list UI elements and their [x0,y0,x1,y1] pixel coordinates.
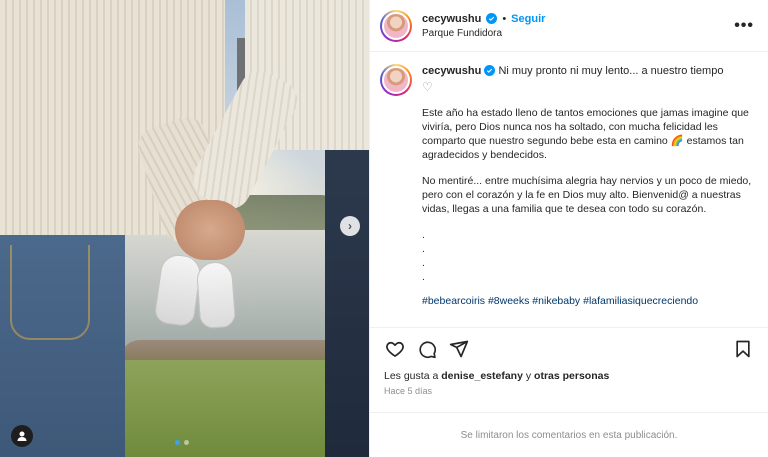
likes-summary: Les gusta a denise_estefany y otras pers… [384,370,754,382]
verified-badge-icon [484,65,496,76]
holding-hands [175,200,245,260]
jeans-pocket [10,245,90,340]
comment-icon[interactable] [416,338,438,360]
username[interactable]: cecywushu [422,13,481,25]
caption-dot: . [422,229,425,241]
bookmark-icon[interactable] [732,338,754,360]
right-person-jeans [325,120,369,457]
post-timestamp[interactable]: Hace 5 días [384,386,754,396]
likes-others-link[interactable]: otras personas [534,370,609,382]
caption-dot: . [422,271,425,283]
carousel-dot [184,440,189,445]
verified-badge-icon [486,13,498,24]
caption-title: Ni muy pronto ni muy lento... a nuestro … [498,65,724,77]
carousel-dot-active [175,440,180,445]
carousel-dots [175,440,189,445]
chevron-right-icon[interactable]: › [340,216,360,236]
likes-prefix: Les gusta a [384,370,439,382]
caption-area: cecywushu Ni muy pronto ni muy lento... … [370,52,768,327]
post-header: cecywushu • Seguir Parque Fundidora ••• [370,0,768,52]
user-tag-icon[interactable] [11,425,33,447]
likes-mid: y [525,370,532,382]
avatar[interactable] [380,9,412,42]
post-photo[interactable]: › [0,0,369,457]
avatar[interactable] [380,64,412,96]
heart-icon[interactable] [384,338,406,360]
caption-dot: . [422,257,425,269]
caption-username[interactable]: cecywushu [422,65,481,77]
baby-shoe [195,260,237,330]
share-icon[interactable] [448,338,470,360]
separator-dot: • [502,12,507,25]
post-actions: Les gusta a denise_estefany y otras pers… [370,327,768,402]
caption-paragraph: No mentiré... entre muchísima alegria ha… [422,175,752,215]
heart-outline-icon: ♡ [422,80,433,94]
hashtags[interactable]: #bebearcoiris #8weeks #nikebaby #lafamil… [422,294,754,308]
more-options-icon[interactable]: ••• [734,17,754,35]
location-link[interactable]: Parque Fundidora [422,28,734,39]
likes-user-link[interactable]: denise_estefany [441,370,523,382]
caption-paragraph: Este año ha estado lleno de tantos emoci… [422,107,749,161]
comments-limited-notice: Se limitaron los comentarios en esta pub… [370,412,768,457]
follow-button[interactable]: Seguir [511,13,545,25]
post-panel: cecywushu • Seguir Parque Fundidora ••• … [369,0,768,457]
caption-dot: . [422,243,425,255]
